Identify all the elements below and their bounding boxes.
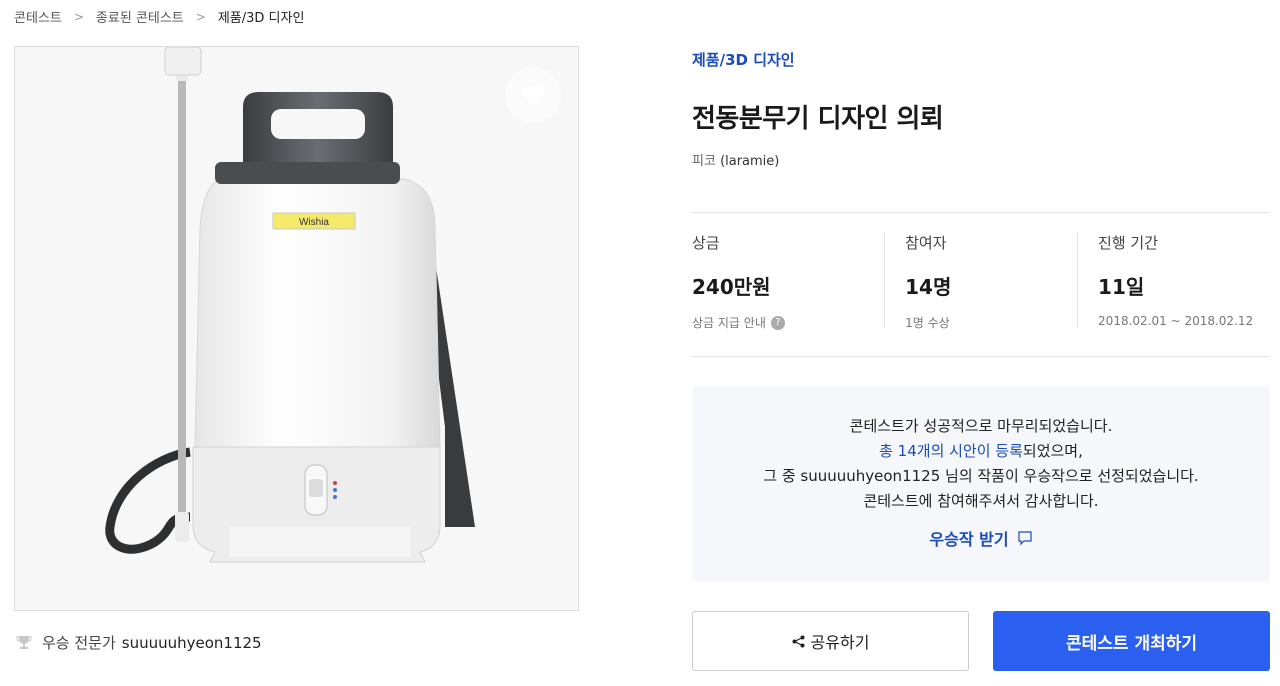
breadcrumb-item-ended-contests[interactable]: 종료된 콘테스트 — [96, 7, 184, 26]
stat-value: 11일 — [1098, 275, 1145, 299]
stat-sub: 상금 지급 안내 — [692, 316, 766, 330]
winner-label: 우승 전문가 — [42, 634, 116, 652]
heart-icon — [522, 85, 544, 104]
result-line: 콘테스트에 참여해주셔서 감사합니다. — [863, 492, 1099, 510]
get-winning-work-button[interactable]: 우승작 받기 — [929, 526, 1032, 550]
submissions-link[interactable]: 총 14개의 시안이 등록 — [879, 442, 1023, 460]
breadcrumb-item-contest[interactable]: 콘테스트 — [14, 7, 62, 26]
stat-label: 참여자 — [905, 234, 947, 252]
like-button[interactable] — [505, 67, 561, 123]
prize-payment-info[interactable]: 상금 지급 안내 ? — [692, 314, 884, 331]
trophy-icon — [16, 635, 32, 649]
chat-icon — [1017, 531, 1032, 546]
breadcrumb-item-current: 제품/3D 디자인 — [217, 11, 305, 26]
winner-info: 우승 전문가 suuuuuhyeon1125 — [16, 632, 262, 653]
winner-name-inline: suuuuuhyeon1125 — [800, 467, 941, 485]
result-text: 되었으며, — [1022, 442, 1083, 460]
contest-stats: 상금 240만원 상금 지급 안내 ? 참여자 14명 1명 수상 진행 기간 … — [692, 232, 1270, 331]
get-prize-label: 우승작 받기 — [929, 530, 1009, 549]
host-contest-button[interactable]: 콘테스트 개최하기 — [993, 611, 1270, 671]
stat-prize: 상금 240만원 상금 지급 안내 ? — [692, 232, 884, 331]
stat-label: 진행 기간 — [1098, 234, 1159, 252]
result-line: 콘테스트가 성공적으로 마무리되었습니다. — [849, 417, 1113, 435]
stat-sub: 2018.02.01 ~ 2018.02.12 — [1098, 314, 1254, 328]
page-title: 전동분무기 디자인 의뢰 — [692, 104, 944, 134]
chevron-right-icon: > — [73, 9, 84, 24]
winner-name[interactable]: suuuuuhyeon1125 — [122, 634, 262, 652]
owner-name: 피코 — [692, 154, 716, 169]
stat-value: 240만원 — [692, 275, 771, 299]
share-icon — [792, 635, 805, 647]
sprayer-illustration: Wishia — [15, 47, 578, 610]
result-text: 그 중 — [763, 467, 801, 485]
stat-participants: 참여자 14명 1명 수상 — [884, 232, 1077, 330]
result-line: 그 중 suuuuuhyeon1125 님의 작품이 우승작으로 선정되었습니다… — [692, 464, 1270, 489]
stat-sub: 1명 수상 — [905, 316, 950, 330]
divider — [692, 212, 1270, 213]
contest-result-box: 콘테스트가 성공적으로 마무리되었습니다. 총 14개의 시안이 등록되었으며,… — [692, 386, 1270, 582]
product-label-text: Wishia — [299, 217, 329, 228]
product-image: Wishia — [14, 46, 579, 611]
share-label: 공유하기 — [810, 633, 870, 652]
chevron-right-icon: > — [195, 9, 206, 24]
breadcrumb: 콘테스트 > 종료된 콘테스트 > 제품/3D 디자인 — [14, 7, 305, 27]
divider — [692, 356, 1270, 357]
result-text: 님의 작품이 우승작으로 선정되었습니다. — [940, 467, 1199, 485]
stat-value: 14명 — [905, 275, 952, 299]
stat-duration: 진행 기간 11일 2018.02.01 ~ 2018.02.12 — [1077, 232, 1270, 328]
result-line: 총 14개의 시안이 등록되었으며, — [692, 439, 1270, 464]
stat-label: 상금 — [692, 234, 720, 252]
category-link[interactable]: 제품/3D 디자인 — [692, 49, 795, 70]
owner-handle: (laramie) — [720, 154, 780, 169]
share-button[interactable]: 공유하기 — [692, 611, 969, 671]
help-icon[interactable]: ? — [770, 315, 785, 330]
contest-owner: 피코 (laramie) — [692, 150, 779, 169]
